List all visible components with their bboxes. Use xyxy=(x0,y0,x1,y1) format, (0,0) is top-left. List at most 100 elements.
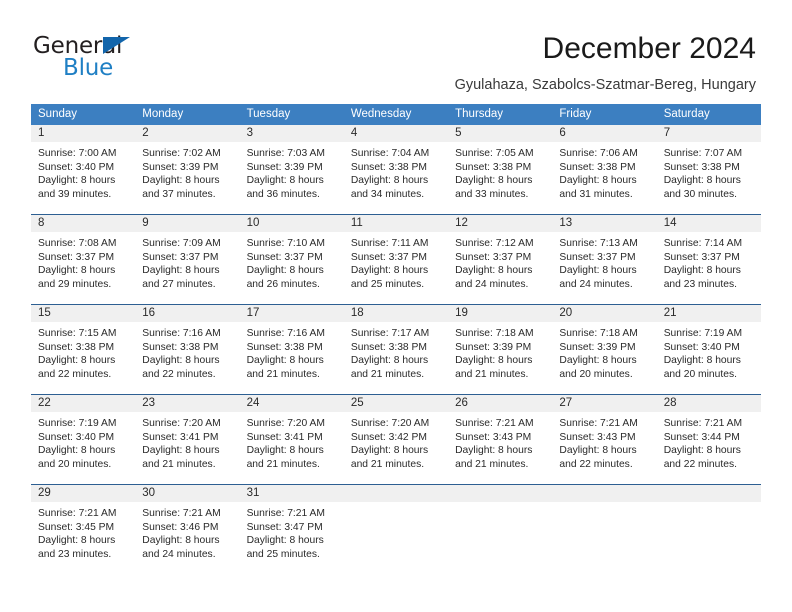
day-detail-daylight1: Daylight: 8 hours xyxy=(38,175,116,187)
calendar-day-cell[interactable]: 26 Sunrise: 7:21 AM Sunset: 3:43 PM Dayligh… xyxy=(448,395,553,484)
day-detail-sunrise: Sunrise: 7:21 AM xyxy=(455,418,534,429)
day-details: Sunrise: 7:14 AM Sunset: 3:37 PM Daylight:… xyxy=(657,232,761,291)
day-number-band: 25 xyxy=(343,395,449,412)
day-number-band: 28 xyxy=(656,395,761,412)
day-number: 22 xyxy=(38,397,51,409)
day-details: Sunrise: 7:18 AM Sunset: 3:39 PM Daylight:… xyxy=(552,322,656,381)
calendar-day-cell[interactable]: 13 Sunrise: 7:13 AM Sunset: 3:37 PM Dayligh… xyxy=(552,215,657,304)
day-detail-sunrise: Sunrise: 7:08 AM xyxy=(38,238,117,249)
day-number: 19 xyxy=(455,307,468,319)
day-number-band: 4 xyxy=(343,125,449,142)
day-number-band: 3 xyxy=(239,125,344,142)
day-detail-sunset: Sunset: 3:37 PM xyxy=(559,251,636,263)
day-detail-sunset: Sunset: 3:39 PM xyxy=(246,161,323,173)
day-number-band xyxy=(448,485,553,502)
calendar-day-cell[interactable]: 25 Sunrise: 7:20 AM Sunset: 3:42 PM Dayligh… xyxy=(343,395,449,484)
day-detail-sunset: Sunset: 3:45 PM xyxy=(38,521,115,533)
day-detail-daylight2: and 24 minutes. xyxy=(455,278,529,290)
calendar-day-cell[interactable]: 2 Sunrise: 7:02 AM Sunset: 3:39 PM Daylight… xyxy=(135,125,240,214)
day-number: 18 xyxy=(350,307,364,319)
day-detail-daylight1: Daylight: 8 hours xyxy=(350,445,429,457)
day-detail-sunrise: Sunrise: 7:20 AM xyxy=(246,418,325,429)
day-number: 9 xyxy=(142,217,149,229)
calendar-day-cell[interactable]: 7 Sunrise: 7:07 AM Sunset: 3:38 PM Daylight… xyxy=(656,125,761,214)
day-number: 2 xyxy=(142,127,149,139)
day-number-band: 15 xyxy=(31,305,136,322)
calendar-day-cell[interactable]: 16 Sunrise: 7:16 AM Sunset: 3:38 PM Dayligh… xyxy=(135,305,240,394)
calendar-day-cell[interactable]: 6 Sunrise: 7:06 AM Sunset: 3:38 PM Daylight… xyxy=(552,125,657,214)
calendar-day-cell[interactable]: 11 Sunrise: 7:11 AM Sunset: 3:37 PM Dayligh… xyxy=(343,215,449,304)
calendar-day-cell[interactable]: 17 Sunrise: 7:16 AM Sunset: 3:38 PM Dayligh… xyxy=(239,305,344,394)
day-detail-sunrise: Sunrise: 7:13 AM xyxy=(559,238,638,249)
day-detail-sunset: Sunset: 3:41 PM xyxy=(142,431,219,443)
day-detail-daylight1: Daylight: 8 hours xyxy=(559,355,637,367)
calendar-day-cell[interactable]: 4 Sunrise: 7:04 AM Sunset: 3:38 PM Daylight… xyxy=(343,125,449,214)
calendar-day-cell[interactable]: 31 Sunrise: 7:21 AM Sunset: 3:47 PM Dayligh… xyxy=(239,485,344,577)
day-detail-daylight1: Daylight: 8 hours xyxy=(350,265,429,277)
day-number-band: 8 xyxy=(31,215,136,232)
calendar-day-cell[interactable]: 24 Sunrise: 7:20 AM Sunset: 3:41 PM Dayligh… xyxy=(239,395,344,484)
day-detail-daylight1: Daylight: 8 hours xyxy=(38,445,116,457)
day-detail-daylight2: and 21 minutes. xyxy=(246,458,320,470)
day-number-band: 29 xyxy=(31,485,136,502)
day-detail-daylight1: Daylight: 8 hours xyxy=(142,445,220,457)
day-details: Sunrise: 7:06 AM Sunset: 3:38 PM Daylight:… xyxy=(552,142,656,201)
day-details: Sunrise: 7:05 AM Sunset: 3:38 PM Daylight:… xyxy=(448,142,552,201)
calendar-day-cell[interactable]: 30 Sunrise: 7:21 AM Sunset: 3:46 PM Dayligh… xyxy=(135,485,240,577)
day-details: Sunrise: 7:02 AM Sunset: 3:39 PM Daylight:… xyxy=(135,142,239,201)
calendar-day-cell[interactable]: 9 Sunrise: 7:09 AM Sunset: 3:37 PM Daylight… xyxy=(135,215,240,304)
calendar-day-cell[interactable]: 20 Sunrise: 7:18 AM Sunset: 3:39 PM Dayligh… xyxy=(552,305,657,394)
calendar-day-cell[interactable]: 8 Sunrise: 7:08 AM Sunset: 3:37 PM Daylight… xyxy=(31,215,136,304)
day-detail-sunrise: Sunrise: 7:05 AM xyxy=(455,148,534,159)
day-number: 3 xyxy=(246,127,253,139)
weekday-header-wednesday: Wednesday xyxy=(350,108,412,120)
day-detail-daylight2: and 22 minutes. xyxy=(663,458,737,470)
day-detail-daylight1: Daylight: 8 hours xyxy=(663,265,741,277)
day-detail-daylight1: Daylight: 8 hours xyxy=(559,445,637,457)
day-details: Sunrise: 7:15 AM Sunset: 3:38 PM Daylight:… xyxy=(31,322,135,381)
day-number: 26 xyxy=(455,397,468,409)
day-detail-daylight1: Daylight: 8 hours xyxy=(455,445,533,457)
weekday-header-thursday: Thursday xyxy=(455,108,504,120)
calendar-day-cell[interactable]: 12 Sunrise: 7:12 AM Sunset: 3:37 PM Dayligh… xyxy=(448,215,553,304)
calendar-day-cell[interactable]: 5 Sunrise: 7:05 AM Sunset: 3:38 PM Daylight… xyxy=(448,125,553,214)
day-number-band xyxy=(552,485,657,502)
day-detail-daylight2: and 24 minutes. xyxy=(142,548,216,560)
calendar-day-cell[interactable]: 27 Sunrise: 7:21 AM Sunset: 3:43 PM Dayligh… xyxy=(552,395,657,484)
calendar-day-cell[interactable]: 29 Sunrise: 7:21 AM Sunset: 3:45 PM Dayligh… xyxy=(31,485,136,577)
calendar-day-cell-empty xyxy=(656,485,761,577)
day-detail-sunrise: Sunrise: 7:00 AM xyxy=(38,148,117,159)
calendar-day-cell[interactable]: 21 Sunrise: 7:19 AM Sunset: 3:40 PM Dayligh… xyxy=(656,305,761,394)
page-title: December 2024 xyxy=(542,32,756,65)
calendar-day-cell[interactable]: 1 Sunrise: 7:00 AM Sunset: 3:40 PM Daylight… xyxy=(31,125,136,214)
day-detail-sunset: Sunset: 3:41 PM xyxy=(246,431,323,443)
calendar-day-cell[interactable]: 18 Sunrise: 7:17 AM Sunset: 3:38 PM Dayligh… xyxy=(343,305,449,394)
day-number: 13 xyxy=(559,217,573,229)
calendar-day-cell[interactable]: 28 Sunrise: 7:21 AM Sunset: 3:44 PM Dayligh… xyxy=(656,395,761,484)
day-number: 8 xyxy=(38,217,45,229)
day-details: Sunrise: 7:12 AM Sunset: 3:37 PM Daylight:… xyxy=(448,232,552,291)
calendar-day-cell[interactable]: 22 Sunrise: 7:19 AM Sunset: 3:40 PM Dayligh… xyxy=(31,395,136,484)
day-detail-sunset: Sunset: 3:37 PM xyxy=(455,251,532,263)
day-details: Sunrise: 7:19 AM Sunset: 3:40 PM Daylight:… xyxy=(31,412,135,471)
calendar-day-cell[interactable]: 23 Sunrise: 7:20 AM Sunset: 3:41 PM Dayligh… xyxy=(135,395,240,484)
day-detail-sunset: Sunset: 3:37 PM xyxy=(350,251,427,263)
day-number: 21 xyxy=(663,307,677,319)
day-number-band: 21 xyxy=(656,305,761,322)
day-detail-daylight2: and 34 minutes. xyxy=(350,188,425,200)
day-detail-daylight2: and 21 minutes. xyxy=(142,458,216,470)
day-detail-sunset: Sunset: 3:40 PM xyxy=(38,161,115,173)
day-detail-sunrise: Sunrise: 7:09 AM xyxy=(142,238,221,249)
day-detail-daylight1: Daylight: 8 hours xyxy=(38,355,116,367)
calendar-day-cell[interactable]: 15 Sunrise: 7:15 AM Sunset: 3:38 PM Dayligh… xyxy=(31,305,136,394)
calendar-day-cell[interactable]: 14 Sunrise: 7:14 AM Sunset: 3:37 PM Dayligh… xyxy=(656,215,761,304)
calendar-day-cell[interactable]: 10 Sunrise: 7:10 AM Sunset: 3:37 PM Dayligh… xyxy=(239,215,344,304)
day-detail-daylight2: and 21 minutes. xyxy=(455,368,529,380)
calendar-week-row: 22 Sunrise: 7:19 AM Sunset: 3:40 PM Dayligh… xyxy=(31,394,761,484)
calendar-day-cell[interactable]: 3 Sunrise: 7:03 AM Sunset: 3:39 PM Daylight… xyxy=(239,125,344,214)
calendar-day-cell[interactable]: 19 Sunrise: 7:18 AM Sunset: 3:39 PM Dayligh… xyxy=(448,305,553,394)
day-detail-daylight1: Daylight: 8 hours xyxy=(142,175,220,187)
day-detail-daylight1: Daylight: 8 hours xyxy=(142,265,220,277)
day-detail-sunrise: Sunrise: 7:18 AM xyxy=(559,328,638,339)
calendar-week-inner: 29 Sunrise: 7:21 AM Sunset: 3:45 PM Dayligh… xyxy=(31,485,761,577)
